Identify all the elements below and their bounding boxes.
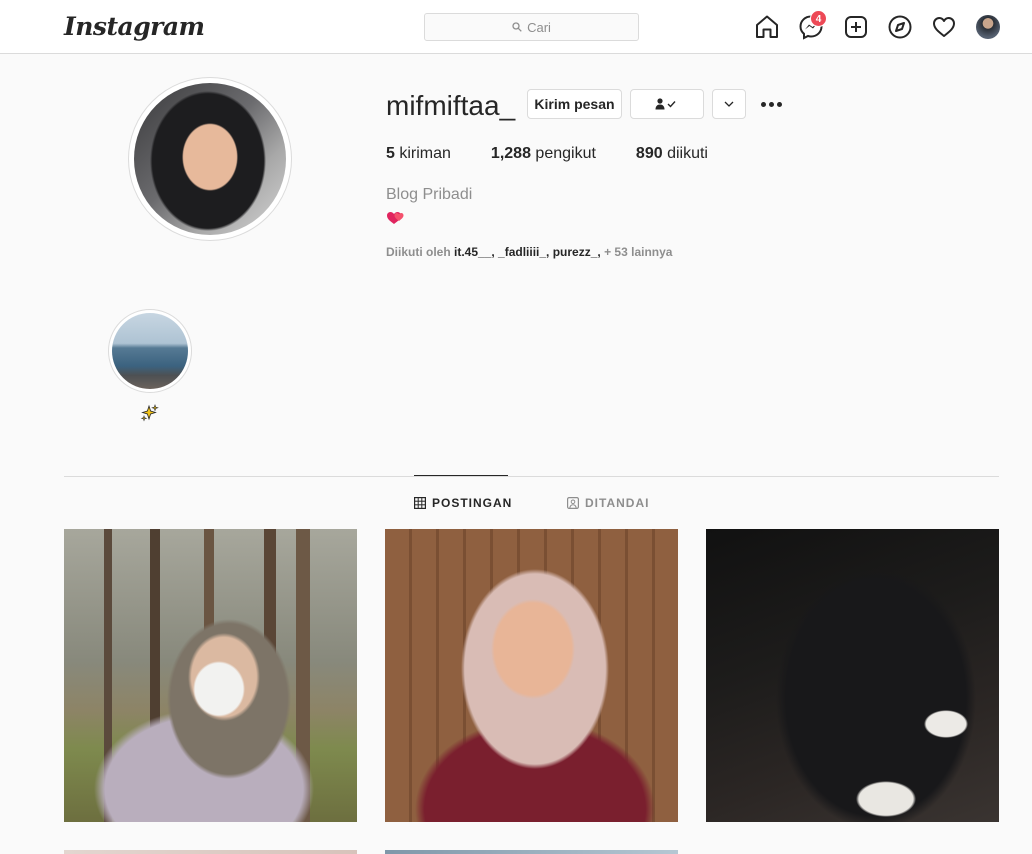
chevron-down-icon	[724, 101, 734, 107]
tagged-icon	[567, 497, 579, 509]
tabs-divider	[64, 476, 999, 477]
highlight-cover[interactable]	[112, 313, 188, 389]
two-hearts-emoji	[387, 212, 404, 224]
followed-by-text[interactable]: Diikuti oleh it.45__, _fadliiii_, purezz…	[386, 245, 672, 259]
following-count[interactable]: 890 diikuti	[636, 145, 708, 163]
messenger-icon[interactable]: 4	[798, 10, 827, 40]
top-nav: Instagram Cari 4	[0, 0, 1032, 54]
post-thumbnail[interactable]	[385, 529, 678, 822]
message-badge: 4	[810, 10, 827, 27]
profile-picture[interactable]	[134, 83, 286, 235]
instagram-logo[interactable]: Instagram	[64, 12, 205, 41]
new-post-icon[interactable]	[843, 14, 869, 40]
post-thumbnail[interactable]	[64, 529, 357, 822]
profile-username: mifmiftaa_	[386, 90, 516, 121]
followed-by-more[interactable]: + 53 lainnya	[604, 245, 672, 259]
search-icon	[512, 22, 522, 32]
profile-stats: 5 kiriman 1,288 pengikut 890 diikuti	[386, 145, 748, 163]
tab-tagged[interactable]: DITANDAI	[567, 496, 649, 510]
followers-count[interactable]: 1,288 pengikut	[491, 145, 596, 163]
grid-icon	[414, 497, 426, 509]
search-input[interactable]: Cari	[424, 13, 639, 41]
active-tab-indicator	[414, 475, 508, 476]
post-thumbnail[interactable]	[64, 850, 357, 854]
followed-by-names[interactable]: it.45__, _fadliiii_, purezz_,	[454, 245, 601, 259]
search-placeholder: Cari	[527, 19, 551, 35]
more-options-icon[interactable]	[758, 96, 784, 112]
profile-avatar[interactable]	[976, 15, 1000, 39]
suggested-dropdown-button[interactable]	[712, 89, 746, 119]
send-message-button[interactable]: Kirim pesan	[527, 89, 622, 119]
tab-posts[interactable]: POSTINGAN	[414, 496, 512, 510]
user-check-icon	[655, 98, 676, 110]
post-thumbnail[interactable]	[385, 850, 678, 854]
post-thumbnail[interactable]	[706, 529, 999, 822]
sparkles-emoji	[140, 404, 159, 422]
profile-category: Blog Pribadi	[386, 186, 473, 203]
home-icon[interactable]	[754, 14, 780, 40]
following-button[interactable]	[630, 89, 704, 119]
explore-icon[interactable]	[887, 14, 913, 40]
posts-count: 5 kiriman	[386, 145, 451, 162]
activity-heart-icon[interactable]	[931, 14, 957, 40]
